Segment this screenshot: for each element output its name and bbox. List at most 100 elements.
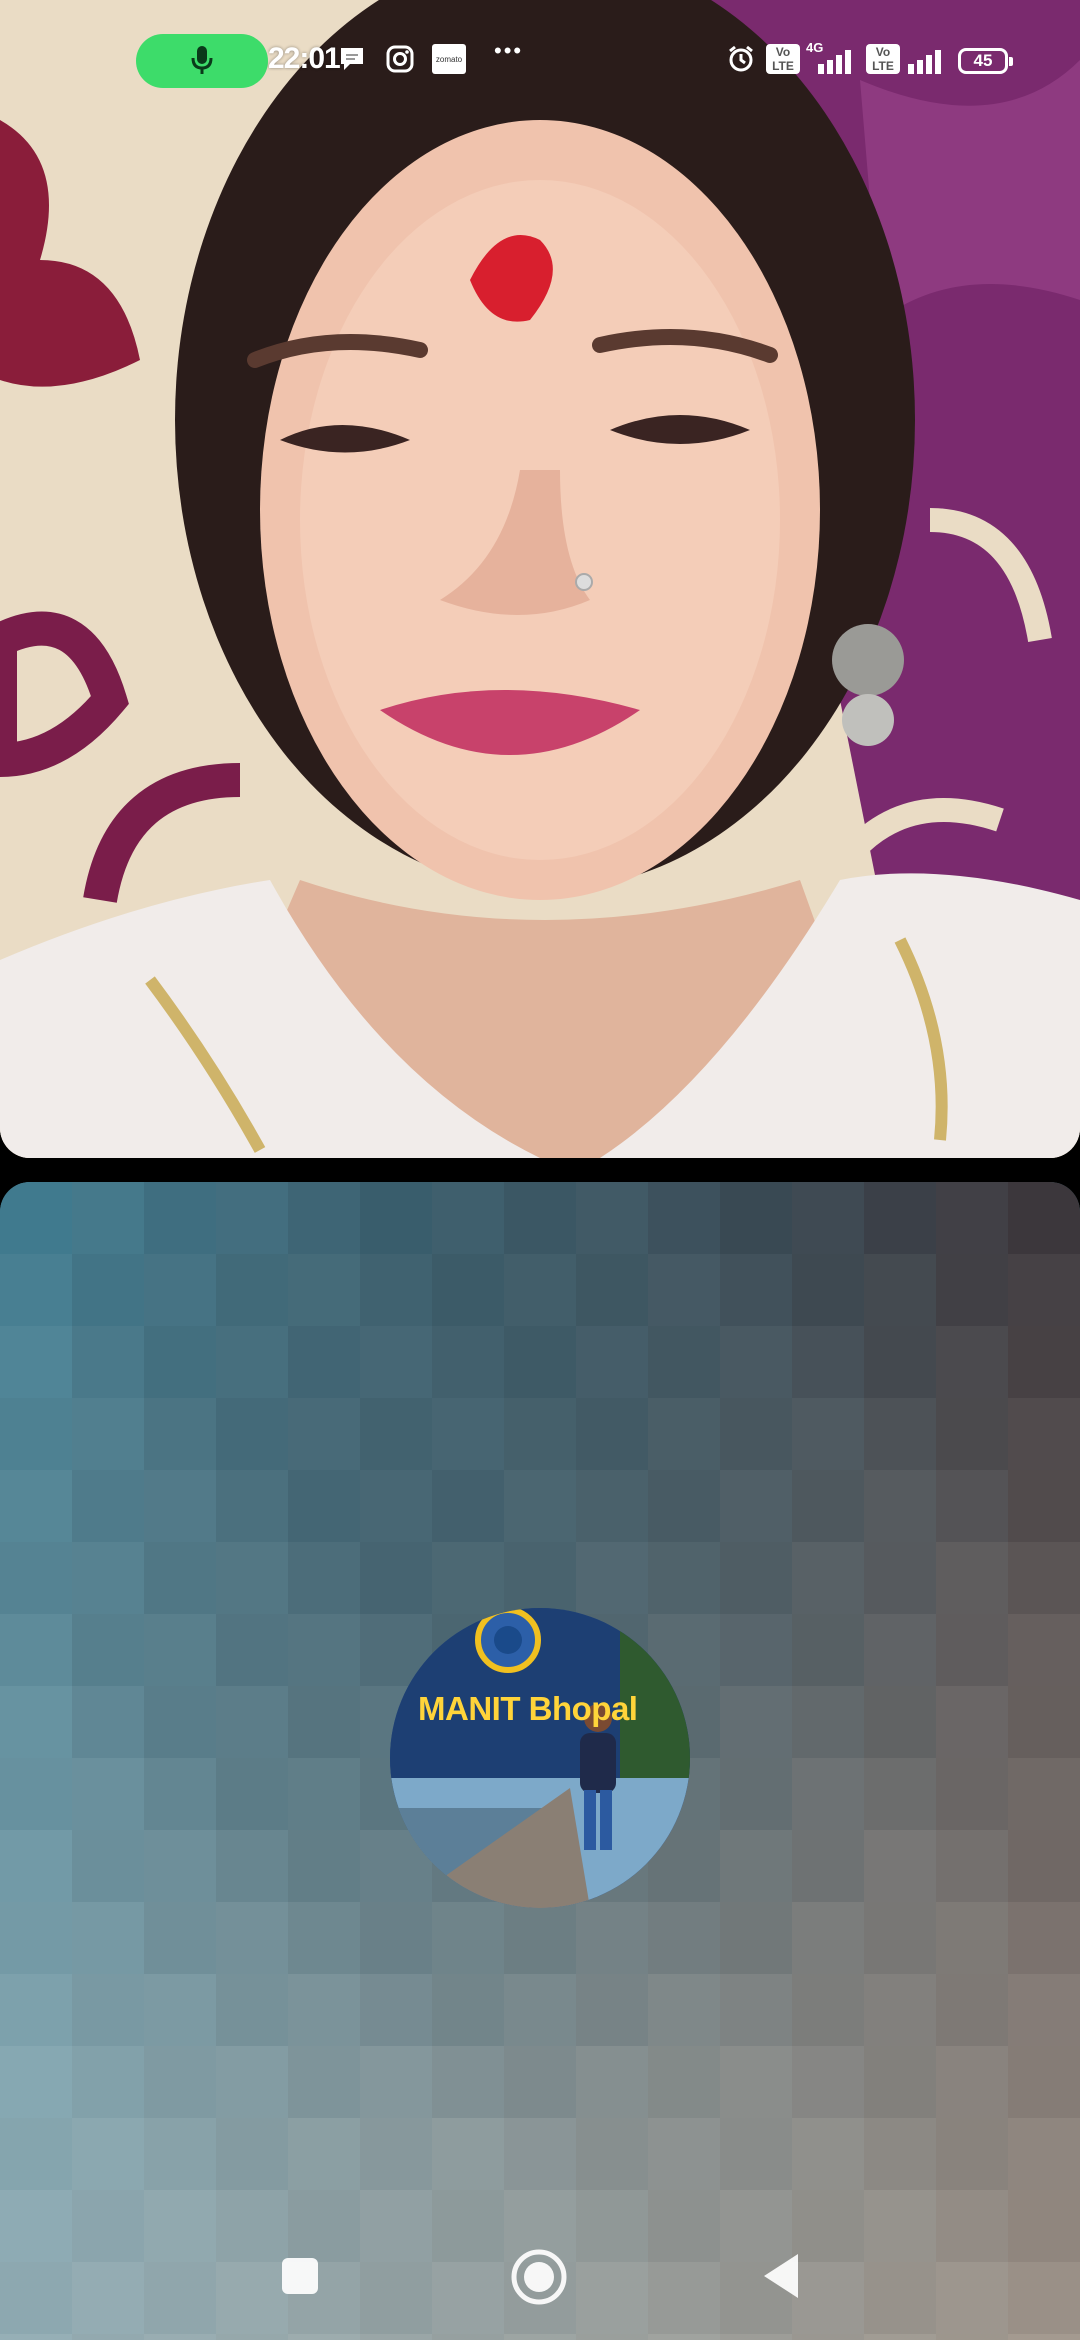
blur-cell xyxy=(720,2046,792,2118)
blur-cell xyxy=(144,1686,216,1758)
blur-cell xyxy=(792,1398,864,1470)
blur-cell xyxy=(648,1398,720,1470)
blur-cell xyxy=(432,1398,504,1470)
blur-cell xyxy=(1008,1326,1080,1398)
signal-strength-sim1-icon xyxy=(818,50,851,74)
blur-cell xyxy=(432,1182,504,1254)
blur-cell xyxy=(576,1254,648,1326)
blur-cell xyxy=(72,2118,144,2190)
blur-cell xyxy=(216,1902,288,1974)
blur-cell xyxy=(0,1686,72,1758)
blur-cell xyxy=(648,1974,720,2046)
blur-cell xyxy=(1008,1542,1080,1614)
more-notifications-icon: ••• xyxy=(494,38,524,63)
blur-cell xyxy=(864,1902,936,1974)
recents-square-icon[interactable] xyxy=(280,2256,320,2296)
blur-cell xyxy=(432,1902,504,1974)
blur-cell xyxy=(1008,1758,1080,1830)
blur-cell xyxy=(720,1182,792,1254)
blur-cell xyxy=(504,1974,576,2046)
blur-cell xyxy=(936,1974,1008,2046)
blur-cell xyxy=(1008,1974,1080,2046)
mic-active-indicator[interactable] xyxy=(136,34,268,88)
blur-cell xyxy=(576,1182,648,1254)
blur-cell xyxy=(432,2118,504,2190)
blur-cell xyxy=(216,2046,288,2118)
blur-cell xyxy=(216,1254,288,1326)
blur-cell xyxy=(720,1398,792,1470)
blur-cell xyxy=(864,1182,936,1254)
volte-badge-sim1: Vo LTE xyxy=(766,44,800,74)
blur-cell xyxy=(216,2118,288,2190)
blur-cell xyxy=(792,1542,864,1614)
blur-cell xyxy=(0,1614,72,1686)
blur-cell xyxy=(648,1182,720,1254)
blur-cell xyxy=(0,1326,72,1398)
blur-cell xyxy=(936,1686,1008,1758)
blur-cell xyxy=(72,1614,144,1686)
blur-cell xyxy=(936,1254,1008,1326)
blur-cell xyxy=(360,1902,432,1974)
avatar-caption: MANIT Bhopal xyxy=(418,1690,638,1727)
blur-cell xyxy=(1008,2118,1080,2190)
blur-cell xyxy=(144,1758,216,1830)
blur-cell xyxy=(360,1542,432,1614)
battery-level: 45 xyxy=(973,51,993,70)
chat-bubble-icon xyxy=(341,48,363,70)
remote-video-feed[interactable] xyxy=(0,0,1080,1158)
blur-cell xyxy=(1008,1398,1080,1470)
caller-avatar: MANIT Bhopal xyxy=(390,1608,690,1908)
blur-cell xyxy=(360,2118,432,2190)
blur-cell xyxy=(936,1830,1008,1902)
blur-cell xyxy=(288,1470,360,1542)
blur-cell xyxy=(936,1470,1008,1542)
blur-cell xyxy=(576,1398,648,1470)
blur-cell xyxy=(576,1326,648,1398)
blur-cell xyxy=(1008,1902,1080,1974)
blur-cell xyxy=(0,1254,72,1326)
blur-cell xyxy=(936,1398,1008,1470)
status-clock: 22:01 xyxy=(268,42,341,75)
blur-cell xyxy=(648,1542,720,1614)
blur-cell xyxy=(216,1830,288,1902)
blur-cell xyxy=(720,1686,792,1758)
blur-cell xyxy=(288,1686,360,1758)
blur-cell xyxy=(864,1830,936,1902)
blur-cell xyxy=(360,2046,432,2118)
blur-cell xyxy=(288,1182,360,1254)
blur-cell xyxy=(648,1470,720,1542)
blur-cell xyxy=(360,1398,432,1470)
blur-cell xyxy=(144,1398,216,1470)
blur-cell xyxy=(0,1758,72,1830)
blur-cell xyxy=(720,1542,792,1614)
blur-cell xyxy=(792,1614,864,1686)
blur-cell xyxy=(216,1974,288,2046)
volte-badge-sim2: Vo LTE xyxy=(866,44,900,74)
blur-cell xyxy=(864,1398,936,1470)
blur-cell xyxy=(864,1758,936,1830)
blur-cell xyxy=(720,1326,792,1398)
blur-cell xyxy=(144,1470,216,1542)
blur-cell xyxy=(504,1326,576,1398)
blur-cell xyxy=(432,1470,504,1542)
blur-cell xyxy=(576,1470,648,1542)
blur-cell xyxy=(936,2046,1008,2118)
blur-cell xyxy=(720,1254,792,1326)
blur-cell xyxy=(360,1974,432,2046)
blur-cell xyxy=(936,1614,1008,1686)
home-circle-icon[interactable] xyxy=(510,2248,568,2306)
blur-cell xyxy=(864,1326,936,1398)
back-triangle-icon[interactable] xyxy=(760,2252,802,2300)
avatar-photo xyxy=(390,1608,690,1908)
blur-cell xyxy=(648,2046,720,2118)
blur-cell xyxy=(720,1758,792,1830)
blur-cell xyxy=(576,2118,648,2190)
blur-cell xyxy=(720,1470,792,1542)
blur-cell xyxy=(576,2046,648,2118)
blur-cell xyxy=(360,1470,432,1542)
blur-cell xyxy=(1008,1254,1080,1326)
blur-cell xyxy=(792,1758,864,1830)
blur-cell xyxy=(0,1542,72,1614)
blur-cell xyxy=(0,2118,72,2190)
alarm-icon xyxy=(729,45,753,72)
